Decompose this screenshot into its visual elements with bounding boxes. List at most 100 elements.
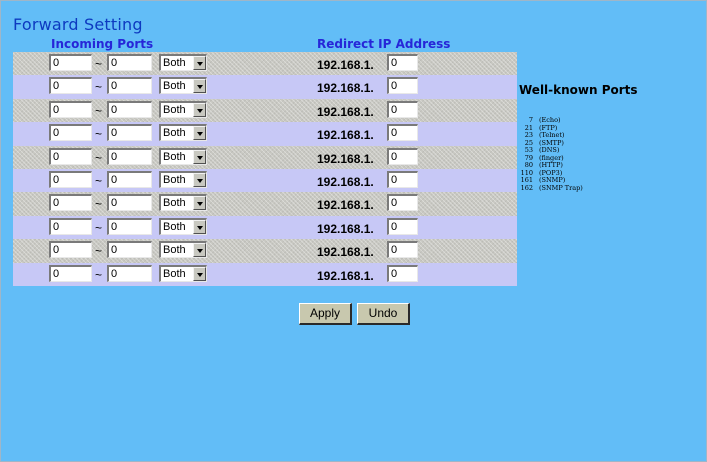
port-end-input[interactable] — [107, 147, 152, 165]
ip-last-octet-input[interactable] — [387, 147, 418, 165]
port-start-input[interactable] — [49, 194, 92, 212]
chevron-down-icon[interactable] — [193, 126, 206, 141]
table-row: ~ Both 192.168.1. — [13, 168, 517, 193]
ip-last-octet-input[interactable] — [387, 264, 418, 282]
ip-prefix: 192.168.1. — [317, 221, 374, 236]
ip-prefix: 192.168.1. — [317, 198, 374, 213]
ip-prefix: 192.168.1. — [317, 245, 374, 260]
apply-button[interactable]: Apply — [299, 303, 352, 325]
port-start-input[interactable] — [49, 54, 92, 71]
ip-last-octet-input[interactable] — [387, 124, 418, 142]
port-range-separator: ~ — [95, 103, 103, 118]
protocol-value: Both — [163, 103, 186, 116]
port-end-input[interactable] — [107, 170, 152, 188]
port-range-separator: ~ — [95, 150, 103, 165]
chevron-down-icon[interactable] — [193, 266, 206, 281]
ip-last-octet-input[interactable] — [387, 54, 418, 71]
protocol-select[interactable]: Both — [159, 77, 207, 95]
ip-last-octet-input[interactable] — [387, 170, 418, 188]
port-start-input[interactable] — [49, 77, 92, 95]
port-end-input[interactable] — [107, 241, 152, 259]
protocol-select[interactable]: Both — [159, 100, 207, 118]
ip-last-octet-input[interactable] — [387, 217, 418, 235]
protocol-select[interactable]: Both — [159, 124, 207, 142]
protocol-value: Both — [163, 267, 186, 280]
table-row: ~ Both 192.168.1. — [13, 192, 517, 216]
protocol-select[interactable]: Both — [159, 241, 207, 259]
port-end-input[interactable] — [107, 100, 152, 118]
ip-prefix: 192.168.1. — [317, 151, 374, 166]
port-end-input[interactable] — [107, 194, 152, 212]
chevron-down-icon[interactable] — [193, 79, 206, 94]
port-start-input[interactable] — [49, 100, 92, 118]
forward-setting-panel: Forward Setting Incoming Ports Redirect … — [0, 0, 707, 462]
port-end-input[interactable] — [107, 217, 152, 235]
table-row: ~ Both 192.168.1. — [13, 145, 517, 169]
ip-prefix: 192.168.1. — [317, 58, 374, 72]
chevron-down-icon[interactable] — [193, 219, 206, 234]
ip-prefix: 192.168.1. — [317, 104, 374, 119]
port-range-separator: ~ — [95, 57, 103, 71]
well-known-ports-title: Well-known Ports — [519, 83, 638, 97]
protocol-value: Both — [163, 220, 186, 233]
port-range-separator: ~ — [95, 244, 103, 259]
incoming-ports-header: Incoming Ports — [51, 37, 154, 51]
protocol-value: Both — [163, 150, 186, 163]
protocol-select[interactable]: Both — [159, 264, 207, 282]
table-row: ~ Both 192.168.1. — [13, 98, 517, 123]
table-row: ~ Both 192.168.1. — [13, 122, 517, 146]
ip-prefix: 192.168.1. — [317, 174, 374, 189]
redirect-ip-header: Redirect IP Address — [317, 37, 451, 51]
protocol-select[interactable]: Both — [159, 170, 207, 188]
protocol-select[interactable]: Both — [159, 217, 207, 235]
port-start-input[interactable] — [49, 264, 92, 282]
chevron-down-icon[interactable] — [193, 196, 206, 211]
protocol-value: Both — [163, 173, 186, 186]
protocol-value: Both — [163, 244, 186, 257]
port-end-input[interactable] — [107, 124, 152, 142]
port-start-input[interactable] — [49, 217, 92, 235]
ip-prefix: 192.168.1. — [317, 128, 374, 143]
ip-prefix: 192.168.1. — [317, 268, 374, 283]
chevron-down-icon[interactable] — [193, 56, 206, 70]
protocol-value: Both — [163, 80, 186, 93]
port-range-separator: ~ — [95, 267, 103, 282]
chevron-down-icon[interactable] — [193, 102, 206, 117]
chevron-down-icon[interactable] — [193, 172, 206, 187]
table-row: ~ Both 192.168.1. — [13, 52, 517, 76]
table-row: ~ Both 192.168.1. — [13, 262, 517, 286]
page-title: Forward Setting — [13, 15, 143, 34]
ip-prefix: 192.168.1. — [317, 81, 374, 96]
protocol-value: Both — [163, 57, 186, 69]
port-end-input[interactable] — [107, 77, 152, 95]
port-end-input[interactable] — [107, 264, 152, 282]
port-range-separator: ~ — [95, 80, 103, 95]
forward-rules-table: ~ Both 192.168.1. ~ Both 192.168.1. ~ Both 192.1… — [13, 52, 517, 286]
port-service-name: (SNMP Trap) — [539, 183, 583, 192]
undo-button[interactable]: Undo — [357, 303, 410, 325]
list-item: 162 (SNMP Trap) — [513, 183, 583, 193]
port-start-input[interactable] — [49, 147, 92, 165]
table-row: ~ Both 192.168.1. — [13, 215, 517, 240]
table-row: ~ Both 192.168.1. — [13, 239, 517, 263]
ip-last-octet-input[interactable] — [387, 100, 418, 118]
chevron-down-icon[interactable] — [193, 149, 206, 164]
protocol-select[interactable]: Both — [159, 54, 207, 71]
port-range-separator: ~ — [95, 197, 103, 212]
ip-last-octet-input[interactable] — [387, 241, 418, 259]
port-end-input[interactable] — [107, 54, 152, 71]
protocol-value: Both — [163, 197, 186, 210]
port-start-input[interactable] — [49, 124, 92, 142]
port-start-input[interactable] — [49, 170, 92, 188]
port-start-input[interactable] — [49, 241, 92, 259]
protocol-select[interactable]: Both — [159, 194, 207, 212]
protocol-select[interactable]: Both — [159, 147, 207, 165]
port-range-separator: ~ — [95, 220, 103, 235]
ip-last-octet-input[interactable] — [387, 194, 418, 212]
table-row: ~ Both 192.168.1. — [13, 75, 517, 99]
port-range-separator: ~ — [95, 127, 103, 142]
port-number: 162 — [520, 183, 533, 192]
ip-last-octet-input[interactable] — [387, 77, 418, 95]
port-range-separator: ~ — [95, 173, 103, 188]
chevron-down-icon[interactable] — [193, 243, 206, 258]
